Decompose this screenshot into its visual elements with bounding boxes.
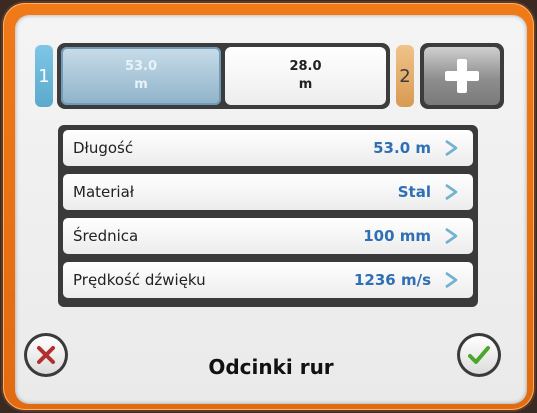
- segment-number-2: 2: [396, 45, 414, 107]
- add-segment-button[interactable]: [420, 43, 504, 109]
- page-title: Odcinki rur: [208, 355, 334, 379]
- row-label: Materiał: [73, 183, 135, 201]
- segment-1-button[interactable]: 53.0 m: [61, 47, 221, 105]
- row-material[interactable]: Materiał Stal: [63, 174, 473, 210]
- row-value: Stal: [397, 183, 431, 201]
- row-length[interactable]: Długość 53.0 m: [63, 130, 473, 166]
- row-diameter[interactable]: Średnica 100 mm: [63, 218, 473, 254]
- row-value: 53.0 m: [373, 139, 431, 157]
- chevron-right-icon: [445, 183, 458, 201]
- segment-bar: 53.0 m 28.0 m: [57, 43, 390, 109]
- chevron-right-icon: [445, 271, 458, 289]
- segment-2-button[interactable]: 28.0 m: [225, 47, 386, 105]
- checkmark-icon: [468, 346, 490, 364]
- row-label: Długość: [73, 139, 134, 157]
- row-value: 1236 m/s: [353, 271, 431, 289]
- device-frame: 1 53.0 m 28.0 m 2 Długość 53.0 m Materia…: [3, 3, 534, 410]
- segment-2-unit: m: [298, 77, 313, 92]
- add-segment-face[interactable]: [424, 47, 500, 105]
- confirm-button[interactable]: [457, 333, 501, 377]
- segment-2-value: 28.0: [289, 59, 322, 74]
- row-value: 100 mm: [363, 227, 431, 245]
- segment-number-1: 1: [35, 45, 53, 107]
- segment-1-value: 53.0: [124, 59, 158, 74]
- screen: 1 53.0 m 28.0 m 2 Długość 53.0 m Materia…: [15, 15, 527, 404]
- plus-icon: [445, 59, 479, 93]
- confirm-button-face[interactable]: [460, 336, 498, 374]
- settings-list: Długość 53.0 m Materiał Stal Średnica 10…: [58, 125, 478, 307]
- row-sound-speed[interactable]: Prędkość dźwięku 1236 m/s: [63, 262, 473, 298]
- chevron-right-icon: [445, 227, 458, 245]
- chevron-right-icon: [445, 139, 458, 157]
- row-label: Średnica: [73, 227, 139, 245]
- row-label: Prędkość dźwięku: [73, 271, 206, 289]
- segment-1-unit: m: [134, 77, 148, 92]
